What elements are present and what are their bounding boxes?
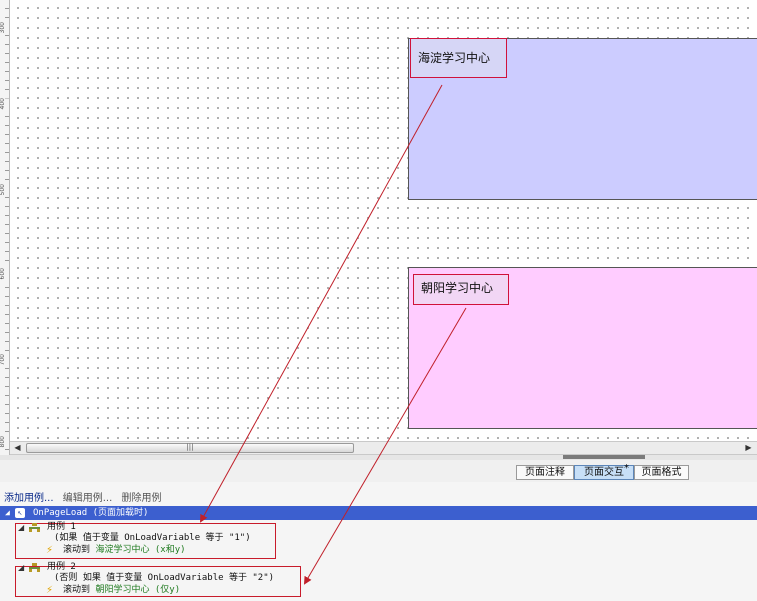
expand-triangle-icon[interactable]: ◢ [18,523,24,532]
lightning-action-icon: ⚡ [46,585,54,596]
tab-page-notes[interactable]: 页面注释 [516,465,574,480]
case-2-name[interactable]: 用例 2 [47,562,76,573]
case-icon [29,563,40,572]
ruler-tick-label: 800 [0,436,9,448]
expand-triangle-icon[interactable]: ◢ [18,563,24,572]
haidian-label[interactable]: 海淀学习中心 [410,38,507,78]
horizontal-scrollbar[interactable]: ◀ ||| ▶ [10,441,757,455]
scroll-grip: ||| [186,443,194,451]
edit-case-link[interactable]: 编辑用例... [63,493,113,504]
interaction-event-icon: ↖ [15,508,25,518]
scroll-left-icon[interactable]: ◀ [12,443,23,453]
chaoyang-label[interactable]: 朝阳学习中心 [413,274,509,305]
case-2-action[interactable]: 滚动到 朝阳学习中心 (仅y) [63,585,180,596]
scroll-right-icon[interactable]: ▶ [743,443,754,453]
case-icon [29,523,40,532]
case-1-action[interactable]: 滚动到 海淀学习中心 (x和y) [63,545,186,556]
ruler-tick-label: 300 [0,22,9,34]
case-1-name[interactable]: 用例 1 [47,522,76,533]
event-desc: (页面加载时) [92,508,149,518]
ruler-tick-label: 400 [0,98,9,110]
delete-case-link[interactable]: 删除用例 [121,493,161,504]
action-verb: 滚动到 [63,545,91,555]
event-label: OnPageLoad (页面加载时) [33,506,148,520]
case-2-condition: (否则 如果 值于变量 OnLoadVariable 等于 "2") [54,573,275,583]
event-name: OnPageLoad [33,508,88,518]
vertical-ruler: 300 400 500 600 700 800 [0,0,10,455]
add-case-link[interactable]: 添加用例... [4,493,54,504]
ruler-tick-label: 700 [0,354,9,366]
splitter-grip[interactable] [563,455,645,459]
action-target: 海淀学习中心 (x和y) [95,545,186,555]
event-onpageload-row[interactable]: ◢ ↖ OnPageLoad (页面加载时) [0,506,757,520]
modified-marker: * [624,463,629,474]
expand-triangle-icon[interactable]: ◢ [5,506,10,520]
action-target: 朝阳学习中心 (仅y) [95,585,181,595]
case-toolbar: 添加用例... 编辑用例... 删除用例 [4,489,167,504]
case-1-condition: (如果 值于变量 OnLoadVariable 等于 "1") [54,533,251,543]
tab-page-format[interactable]: 页面格式 [634,465,689,480]
ruler-tick-label: 600 [0,268,9,280]
ruler-tick-label: 500 [0,184,9,196]
lightning-action-icon: ⚡ [46,545,54,556]
scroll-thumb[interactable]: ||| [26,443,354,453]
action-verb: 滚动到 [63,585,91,595]
